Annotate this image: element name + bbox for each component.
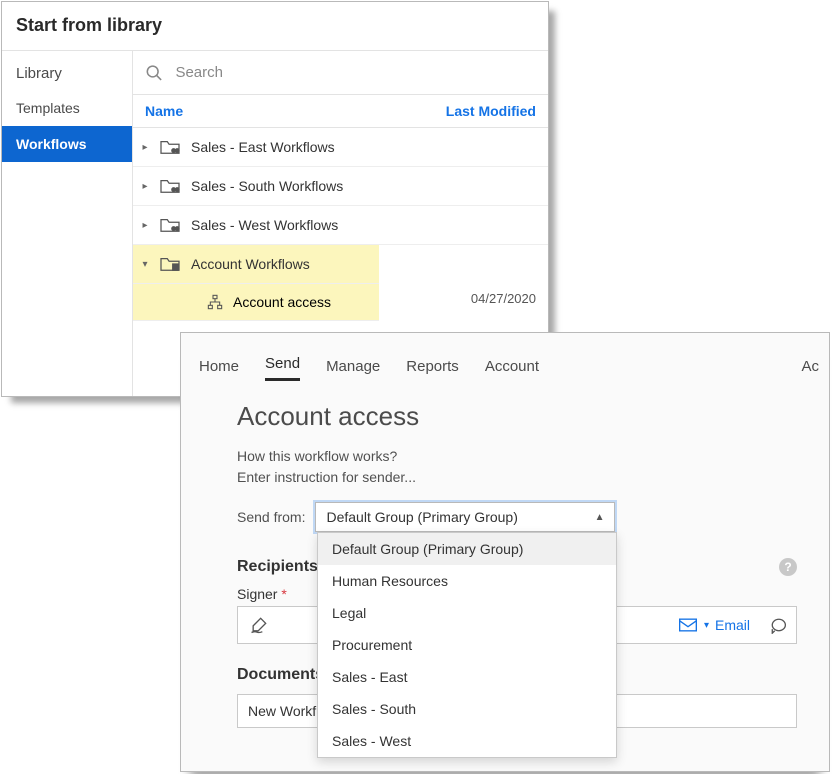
library-sidebar-heading: Library (2, 51, 132, 90)
folder-row[interactable]: ▸ Sales - South Workflows (133, 167, 548, 206)
send-from-row: Send from: Default Group (Primary Group)… (237, 502, 797, 532)
folder-group-icon (159, 216, 181, 234)
folder-expanded-group: ▾ Account Workflows Account access (133, 245, 379, 321)
send-panel: Home Send Manage Reports Account Ac Acco… (180, 332, 830, 772)
folder-label: Sales - West Workflows (191, 217, 338, 233)
columns-header: Name Last Modified (133, 95, 548, 128)
folder-row[interactable]: ▸ Sales - East Workflows (133, 128, 548, 167)
email-label: Email (715, 617, 750, 633)
search-icon (145, 63, 163, 83)
workflow-label: Account access (233, 294, 331, 310)
top-nav: Home Send Manage Reports Account Ac (181, 333, 829, 381)
page-title: Account access (237, 401, 797, 432)
subtitle-line: Enter instruction for sender... (237, 467, 797, 488)
email-selector[interactable]: ▾ Email (668, 617, 760, 633)
workflow-item[interactable]: Account access (133, 284, 379, 321)
library-title: Start from library (2, 2, 548, 50)
send-from-select[interactable]: Default Group (Primary Group) ▲ (315, 502, 615, 532)
tab-manage[interactable]: Manage (326, 358, 380, 381)
page-subtitle: How this workflow works? Enter instructi… (237, 446, 797, 488)
dropdown-option[interactable]: Legal (318, 597, 616, 629)
folder-row[interactable]: ▸ Sales - West Workflows (133, 206, 548, 245)
dropdown-option[interactable]: Procurement (318, 629, 616, 661)
pen-icon (238, 615, 280, 635)
chevron-down-icon[interactable]: ▾ (141, 259, 149, 270)
chevron-right-icon[interactable]: ▸ (141, 142, 149, 153)
send-from-value: Default Group (Primary Group) (326, 509, 517, 525)
folder-group-icon (159, 177, 181, 195)
folder-building-icon (159, 255, 181, 273)
dropdown-option[interactable]: Sales - West (318, 725, 616, 757)
send-from-dropdown: Default Group (Primary Group) Human Reso… (317, 532, 617, 758)
recipients-heading: Recipients (237, 558, 318, 576)
dropdown-option[interactable]: Default Group (Primary Group) (318, 533, 616, 565)
col-modified[interactable]: Last Modified (446, 103, 536, 119)
tab-send[interactable]: Send (265, 355, 300, 381)
send-from-label: Send from: (237, 509, 305, 525)
search-row (133, 51, 548, 95)
signer-label-text: Signer (237, 586, 277, 602)
hierarchy-icon (207, 294, 223, 310)
tab-account[interactable]: Account (485, 358, 539, 381)
library-sidebar: Library Templates Workflows (2, 51, 132, 396)
subtitle-line: How this workflow works? (237, 446, 797, 467)
tab-home[interactable]: Home (199, 358, 239, 381)
sidebar-item-templates[interactable]: Templates (2, 90, 132, 126)
dropdown-option[interactable]: Sales - South (318, 693, 616, 725)
workflow-date: 04/27/2020 (471, 291, 536, 306)
folder-label: Account Workflows (191, 256, 310, 272)
dropdown-option[interactable]: Sales - East (318, 661, 616, 693)
dropdown-option[interactable]: Human Resources (318, 565, 616, 597)
chevron-right-icon[interactable]: ▸ (141, 181, 149, 192)
nav-right-truncated: Ac (801, 358, 819, 375)
search-input[interactable] (175, 64, 536, 81)
folder-label: Sales - South Workflows (191, 178, 343, 194)
mail-icon (678, 617, 698, 633)
sidebar-item-workflows[interactable]: Workflows (2, 126, 132, 162)
col-name[interactable]: Name (145, 103, 183, 119)
folder-group-icon (159, 138, 181, 156)
form-body: Account access How this workflow works? … (181, 381, 829, 748)
message-icon[interactable] (760, 616, 796, 634)
tab-reports[interactable]: Reports (406, 358, 459, 381)
folder-row-selected[interactable]: ▾ Account Workflows (133, 245, 379, 284)
folder-label: Sales - East Workflows (191, 139, 335, 155)
help-icon[interactable]: ? (779, 558, 797, 576)
required-marker: * (281, 586, 286, 602)
chevron-right-icon[interactable]: ▸ (141, 220, 149, 231)
chevron-up-icon: ▲ (595, 512, 605, 523)
chevron-down-icon: ▾ (704, 620, 709, 631)
